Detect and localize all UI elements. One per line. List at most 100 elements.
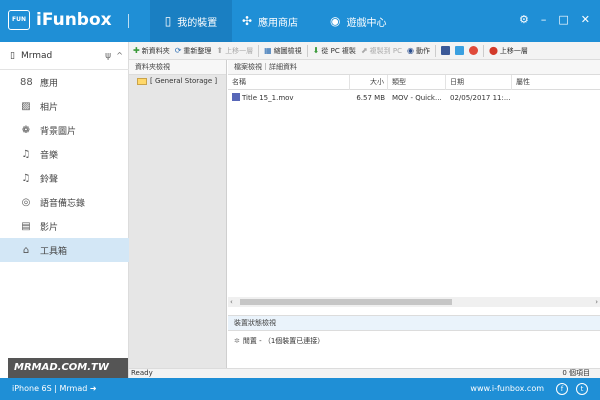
- copy-icon: ⬈: [360, 46, 368, 55]
- maximize-button[interactable]: □: [558, 13, 568, 26]
- file-type: MOV - Quick...: [392, 94, 442, 102]
- toolbar: ✚ 新資料夾 ⟳ 重新整理 ⬆ 上移一層 ▦ 縮圖檢視 ⬇ 從 PC 複製 ⬈ …: [129, 42, 600, 60]
- idle-icon: ✲: [234, 337, 240, 345]
- column-name[interactable]: 名稱: [228, 75, 350, 90]
- sidebar-item-photos[interactable]: ▨ 相片: [0, 94, 129, 118]
- column-type[interactable]: 類型: [388, 75, 446, 90]
- refresh-button[interactable]: ⟳ 重新整理: [175, 46, 212, 56]
- apps-grid-icon: 88: [20, 76, 33, 88]
- eject-icon: ➜: [89, 384, 97, 393]
- app-name: iFunbox: [36, 10, 112, 30]
- up-level-button[interactable]: ⬆ 上移一層: [216, 46, 253, 56]
- button-label: 動作: [415, 46, 430, 55]
- sidebar-item-wallpaper[interactable]: ❁ 背景圖片: [0, 118, 129, 142]
- file-panel-header: 檔案檢視｜詳細資料: [228, 60, 600, 75]
- action-button[interactable]: ◉ 動作: [407, 46, 430, 56]
- device-status-panel: 裝置狀態檢視 ✲ 閒置 - （1個裝置已連接）: [228, 315, 600, 368]
- voice-memo-icon: ◎: [21, 196, 31, 208]
- minimize-button[interactable]: –: [541, 13, 547, 26]
- tab-my-device[interactable]: ▯ 我的裝置: [150, 0, 232, 42]
- title-bar: FUN iFunbox ▯ 我的裝置 ✣ 應用商店 ◉ 遊戲中心 ⚙ – □ ✕: [0, 0, 600, 42]
- thumbnail-icon: ▦: [264, 46, 272, 55]
- column-attributes[interactable]: 屬性: [512, 75, 600, 90]
- tab-label: 應用商店: [258, 17, 299, 29]
- device-status-header: 裝置狀態檢視: [228, 316, 600, 331]
- device-label: iPhone 6S | Mrmad: [12, 384, 88, 393]
- button-label: 上移一層: [225, 46, 254, 55]
- music-icon: ♫: [21, 148, 31, 160]
- toolbox-icon: ⌂: [22, 244, 30, 256]
- folder-label: [ General Storage ]: [150, 77, 218, 85]
- connected-device[interactable]: iPhone 6S | Mrmad ➜: [12, 378, 97, 400]
- gamepad-icon: ◉: [330, 14, 341, 28]
- horizontal-scrollbar[interactable]: ‹ ›: [228, 297, 600, 307]
- folder-panel-header: 資料夾檢視: [129, 60, 226, 75]
- title-divider: [128, 14, 129, 28]
- button-label: 從 PC 複製: [321, 46, 356, 55]
- twitter-icon[interactable]: t: [576, 383, 588, 395]
- twitter-icon[interactable]: [454, 46, 464, 55]
- tab-game-center[interactable]: ◉ 遊戲中心: [330, 0, 386, 42]
- item-count: 0 個項目: [562, 369, 590, 377]
- scrollbar-thumb[interactable]: [240, 299, 452, 305]
- device-name: Mrmad: [20, 50, 53, 61]
- folder-tree-item[interactable]: [ General Storage ]: [137, 77, 217, 85]
- video-icon: ▤: [21, 220, 31, 232]
- device-status-line: ✲ 閒置 - （1個裝置已連接）: [234, 336, 324, 346]
- toolbar-divider: [482, 44, 484, 57]
- back-icon: ⬤: [488, 46, 498, 55]
- scroll-left-icon[interactable]: ‹: [230, 297, 233, 307]
- sidebar-item-apps[interactable]: 88 應用: [0, 70, 129, 94]
- status-bar: Ready 0 個項目: [129, 368, 600, 378]
- sidebar-item-toolbox[interactable]: ⌂ 工具箱: [0, 238, 129, 262]
- action-icon: ◉: [406, 46, 414, 55]
- apps-icon: ✣: [242, 14, 253, 28]
- app-logo: FUN: [8, 10, 30, 30]
- plus-icon: ✚: [133, 46, 140, 55]
- device-selector[interactable]: ▯ Mrmad ψ ^: [0, 42, 129, 70]
- chevron-up-icon[interactable]: ^: [116, 51, 123, 60]
- sidebar-item-ringtones[interactable]: ♫ 鈴聲: [0, 166, 129, 190]
- file-name: Title 15_1.mov: [242, 94, 294, 102]
- facebook-icon[interactable]: f: [556, 383, 568, 395]
- watermark: MRMAD.COM.TW: [8, 358, 128, 378]
- device-status-text: 閒置 - （1個裝置已連接）: [242, 337, 325, 345]
- status-text: Ready: [131, 369, 153, 377]
- settings-icon[interactable]: ⚙: [519, 13, 529, 26]
- sidebar-item-voice-memos[interactable]: ◎ 語音備忘錄: [0, 190, 129, 214]
- copy-to-pc-button[interactable]: ⬈ 複製到 PC: [361, 46, 402, 56]
- usb-icon: ψ: [105, 50, 111, 61]
- bell-icon: ♫: [21, 172, 31, 184]
- scroll-right-icon[interactable]: ›: [595, 297, 598, 307]
- button-label: 重新整理: [183, 46, 212, 55]
- table-row[interactable]: Title 15_1.mov 6.57 MB MOV - Quick... 02…: [228, 91, 600, 105]
- photo-icon: ▨: [21, 100, 31, 112]
- new-folder-button[interactable]: ✚ 新資料夾: [133, 46, 170, 56]
- close-button[interactable]: ✕: [581, 13, 590, 26]
- file-view-panel: 檔案檢視｜詳細資料 名稱 大小 類型 日期 屬性 Title 15_1.mov …: [228, 60, 600, 315]
- file-name-cell: Title 15_1.mov: [228, 91, 350, 105]
- refresh-icon: ⟳: [174, 46, 182, 55]
- window-controls: ⚙ – □ ✕: [519, 13, 590, 26]
- copy-from-pc-button[interactable]: ⬇ 從 PC 複製: [313, 46, 356, 56]
- column-size[interactable]: 大小: [350, 75, 388, 90]
- toolbar-divider: [258, 44, 260, 57]
- column-headers: 名稱 大小 類型 日期 屬性: [228, 75, 600, 90]
- folder-icon: [137, 77, 147, 85]
- facebook-icon[interactable]: [440, 46, 450, 55]
- button-label: 縮圖檢視: [273, 46, 302, 55]
- sidebar-item-videos[interactable]: ▤ 影片: [0, 214, 129, 238]
- website-link[interactable]: www.i-funbox.com: [470, 378, 544, 400]
- weibo-icon[interactable]: [468, 46, 478, 55]
- file-size: 6.57 MB: [356, 94, 385, 102]
- sidebar-item-music[interactable]: ♫ 音樂: [0, 142, 129, 166]
- wallpaper-icon: ❁: [21, 124, 31, 136]
- sidebar-item-label: 背景圖片: [40, 126, 77, 137]
- sidebar-item-label: 語音備忘錄: [40, 198, 86, 209]
- prev-level-button[interactable]: ⬤ 上移一層: [489, 46, 528, 56]
- column-date[interactable]: 日期: [446, 75, 512, 90]
- phone-icon: ▯: [10, 50, 15, 61]
- thumbnail-view-button[interactable]: ▦ 縮圖檢視: [264, 46, 302, 56]
- tab-app-store[interactable]: ✣ 應用商店: [242, 0, 298, 42]
- phone-icon: ▯: [164, 14, 172, 28]
